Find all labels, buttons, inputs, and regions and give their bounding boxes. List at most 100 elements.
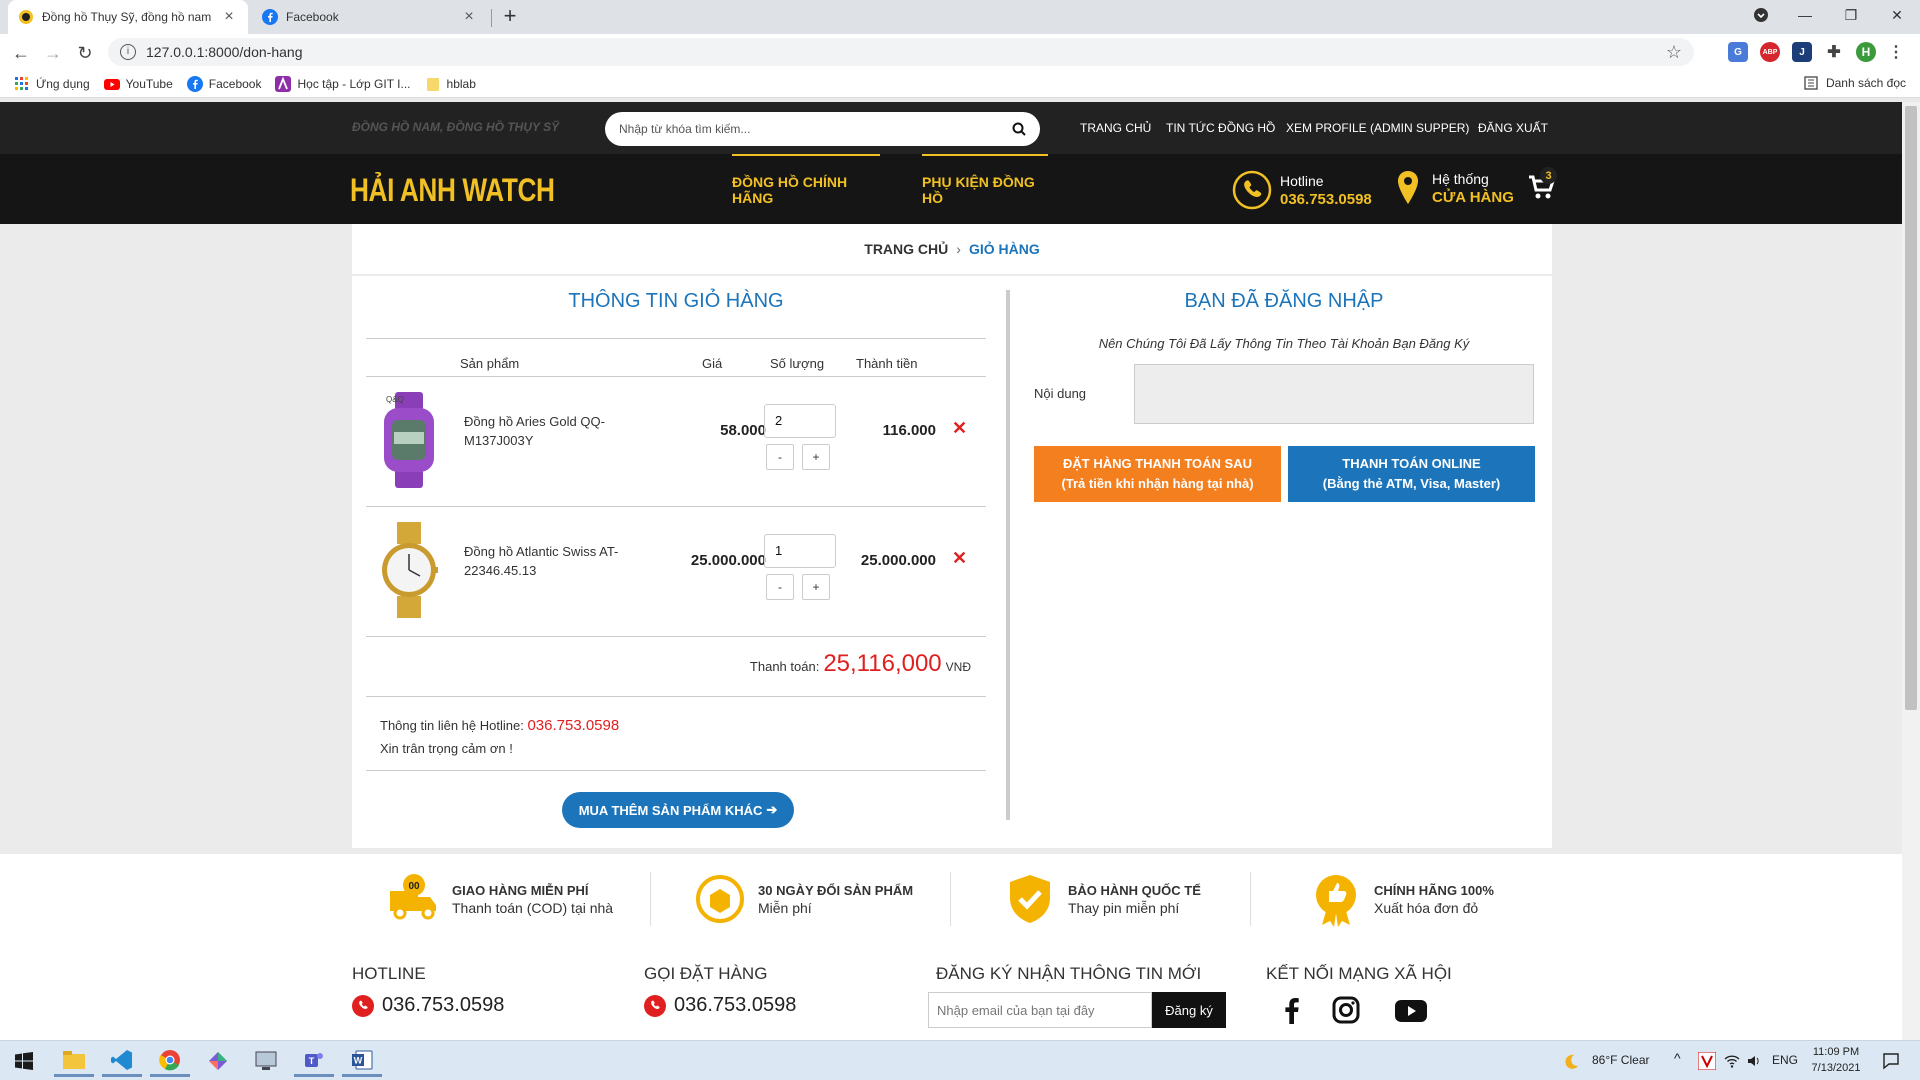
back-icon[interactable]: ← bbox=[8, 40, 34, 66]
word-icon[interactable]: W bbox=[342, 1045, 382, 1077]
reading-list[interactable]: Danh sách đọc bbox=[1804, 76, 1906, 90]
chrome-icon[interactable] bbox=[150, 1045, 190, 1077]
bookmark-label: Học tập - Lớp GIT I... bbox=[297, 76, 411, 91]
features-bar: 00 GIAO HÀNG MIỄN PHÍ Thanh toán (COD) tạ… bbox=[0, 854, 1902, 944]
pay-later-button[interactable]: ĐẶT HÀNG THANH TOÁN SAU (Trả tiền khi nh… bbox=[1034, 446, 1281, 502]
product-image-purple-watch[interactable]: Q&Q bbox=[378, 392, 440, 488]
weather-text[interactable]: 86°F Clear bbox=[1592, 1053, 1650, 1067]
antivirus-tray-icon[interactable] bbox=[1698, 1052, 1716, 1070]
facebook-favicon-icon bbox=[262, 9, 278, 25]
vscode-icon[interactable] bbox=[102, 1045, 142, 1077]
info-icon[interactable]: i bbox=[120, 44, 136, 60]
language-indicator[interactable]: ENG bbox=[1772, 1053, 1798, 1067]
chrome-menu-icon[interactable]: ⋮ bbox=[1886, 42, 1906, 62]
nav-profile[interactable]: XEM PROFILE (ADMIN SUPPER) bbox=[1286, 121, 1469, 135]
restore-icon[interactable]: ❐ bbox=[1828, 0, 1874, 30]
svg-text:Q&Q: Q&Q bbox=[386, 395, 404, 404]
nav-accessories[interactable]: PHỤ KIỆN ĐỒNG HỒ bbox=[922, 154, 1048, 224]
nav-news[interactable]: TIN TỨC ĐỒNG HỒ bbox=[1166, 121, 1275, 135]
box-return-icon bbox=[696, 875, 744, 923]
login-note: Nên Chúng Tôi Đã Lấy Thông Tin Theo Tài … bbox=[1098, 336, 1470, 351]
quantity-increase-button[interactable]: + bbox=[802, 444, 830, 470]
feature-title: BẢO HÀNH QUỐC TẾ bbox=[1068, 882, 1201, 898]
windows-taskbar: T W 86°F Clear ^ ENG 11:09 PM 7/13/2021 bbox=[0, 1040, 1920, 1080]
search-box[interactable]: Nhập từ khóa tìm kiếm... bbox=[605, 112, 1040, 146]
youtube-icon[interactable] bbox=[1394, 996, 1428, 1024]
header-hotline[interactable]: Hotline 036.753.0598 bbox=[1232, 170, 1372, 210]
bookmark-youtube[interactable]: YouTube bbox=[103, 76, 173, 92]
svg-text:W: W bbox=[354, 1055, 363, 1065]
contact-label: Thông tin liên hệ Hotline: bbox=[380, 718, 524, 733]
tab-close-icon[interactable]: × bbox=[460, 8, 478, 26]
product-name[interactable]: Đồng hồ Aries Gold QQ-M137J003Y bbox=[464, 412, 624, 450]
site-logo[interactable]: HẢI ANH WATCH bbox=[350, 172, 555, 209]
puzzle-icon[interactable]: ✚ bbox=[1824, 42, 1844, 62]
clock[interactable]: 11:09 PM 7/13/2021 bbox=[1806, 1044, 1866, 1076]
footer-order-number: 036.753.0598 bbox=[674, 994, 797, 1016]
extension-j-icon[interactable]: J bbox=[1792, 42, 1812, 62]
app-icon[interactable] bbox=[198, 1045, 238, 1077]
scrollbar-thumb[interactable] bbox=[1905, 106, 1917, 710]
windows-start-icon[interactable] bbox=[4, 1045, 44, 1077]
top-strip: ĐỒNG HỒ NAM, ĐỒNG HỒ THỤY SỸ Nhập từ khó… bbox=[0, 102, 1902, 154]
hotline-number: 036.753.0598 bbox=[1280, 191, 1372, 208]
profile-avatar[interactable]: H bbox=[1856, 42, 1876, 62]
search-icon[interactable] bbox=[1012, 122, 1026, 136]
product-image-gold-watch[interactable] bbox=[378, 522, 440, 618]
newsletter-register-button[interactable]: Đăng ký bbox=[1152, 992, 1226, 1028]
remove-item-icon[interactable]: ✕ bbox=[952, 418, 967, 439]
contact-hotline[interactable]: 036.753.0598 bbox=[527, 717, 619, 734]
newsletter-email-input[interactable]: Nhập email của bạn tại đây bbox=[928, 992, 1152, 1028]
breadcrumb-home[interactable]: TRANG CHỦ bbox=[864, 241, 948, 257]
bookmark-apps[interactable]: Ứng dụng bbox=[14, 76, 90, 92]
volume-icon[interactable] bbox=[1746, 1053, 1762, 1069]
quantity-decrease-button[interactable]: - bbox=[766, 574, 794, 600]
new-tab-button[interactable]: + bbox=[498, 5, 522, 29]
minimize-icon[interactable]: — bbox=[1782, 0, 1828, 30]
file-explorer-icon[interactable] bbox=[54, 1045, 94, 1077]
url-bar[interactable]: i 127.0.0.1:8000/don-hang ☆ bbox=[108, 38, 1694, 66]
browser-tab-facebook[interactable]: Facebook × bbox=[252, 0, 492, 34]
content-textarea[interactable] bbox=[1134, 364, 1534, 424]
hotline-label: Hotline bbox=[1280, 173, 1324, 189]
close-window-icon[interactable]: ✕ bbox=[1874, 0, 1920, 30]
page-scrollbar[interactable] bbox=[1902, 102, 1920, 1040]
breadcrumb-current: GIỎ HÀNG bbox=[968, 241, 1040, 257]
bookmark-hblab[interactable]: hblab bbox=[425, 76, 476, 92]
main-header: HẢI ANH WATCH ĐỒNG HỒ CHÍNH HÃNG PHỤ KIỆ… bbox=[0, 154, 1902, 224]
pay-online-button[interactable]: THANH TOÁN ONLINE (Bằng thẻ ATM, Visa, M… bbox=[1288, 446, 1535, 502]
teams-icon[interactable]: T bbox=[294, 1045, 334, 1077]
forward-icon[interactable]: → bbox=[40, 40, 66, 66]
translate-icon[interactable]: G bbox=[1728, 42, 1748, 62]
notification-icon[interactable] bbox=[1882, 1052, 1900, 1070]
quantity-increase-button[interactable]: + bbox=[802, 574, 830, 600]
quantity-decrease-button[interactable]: - bbox=[766, 444, 794, 470]
footer-order-phone[interactable]: 036.753.0598 bbox=[644, 994, 796, 1017]
abp-icon[interactable]: ABP bbox=[1760, 42, 1780, 62]
search-input[interactable]: Nhập từ khóa tìm kiếm... bbox=[619, 122, 1012, 136]
facebook-icon[interactable] bbox=[1278, 996, 1306, 1024]
browser-tab-active[interactable]: Đồng hồ Thụy Sỹ, đồng hồ nam × bbox=[8, 0, 248, 34]
tray-expand-icon[interactable]: ^ bbox=[1674, 1050, 1681, 1066]
product-name[interactable]: Đồng hồ Atlantic Swiss AT-22346.45.13 bbox=[464, 542, 624, 580]
bookmark-star-icon[interactable]: ☆ bbox=[1666, 42, 1682, 63]
svg-text:T: T bbox=[309, 1056, 315, 1066]
bookmark-facebook[interactable]: Facebook bbox=[186, 75, 261, 92]
shop-more-button[interactable]: MUA THÊM SẢN PHẨM KHÁC ➔ bbox=[562, 792, 794, 828]
nav-logout[interactable]: ĐĂNG XUẤT bbox=[1478, 121, 1548, 135]
profile-menu-icon[interactable] bbox=[1738, 0, 1784, 30]
bookmark-hoc-tap[interactable]: Học tập - Lớp GIT I... bbox=[275, 75, 411, 92]
reload-icon[interactable]: ↻ bbox=[72, 40, 98, 66]
cart-title: THÔNG TIN GIỎ HÀNG bbox=[568, 290, 784, 312]
remote-desktop-icon[interactable] bbox=[246, 1045, 286, 1077]
remove-item-icon[interactable]: ✕ bbox=[952, 548, 967, 569]
nav-home[interactable]: TRANG CHỦ bbox=[1080, 121, 1151, 135]
web-page: ĐỒNG HỒ NAM, ĐỒNG HỒ THỤY SỸ Nhập từ khó… bbox=[0, 102, 1902, 1040]
store-system[interactable]: Hệ thống CỬA HÀNG bbox=[1396, 170, 1514, 206]
divider bbox=[366, 770, 986, 771]
wifi-icon[interactable] bbox=[1724, 1053, 1740, 1069]
instagram-icon[interactable] bbox=[1332, 996, 1360, 1024]
footer-hotline[interactable]: 036.753.0598 bbox=[352, 994, 504, 1017]
tab-close-icon[interactable]: × bbox=[220, 8, 238, 26]
nav-genuine-watches[interactable]: ĐỒNG HỒ CHÍNH HÃNG bbox=[732, 154, 880, 224]
